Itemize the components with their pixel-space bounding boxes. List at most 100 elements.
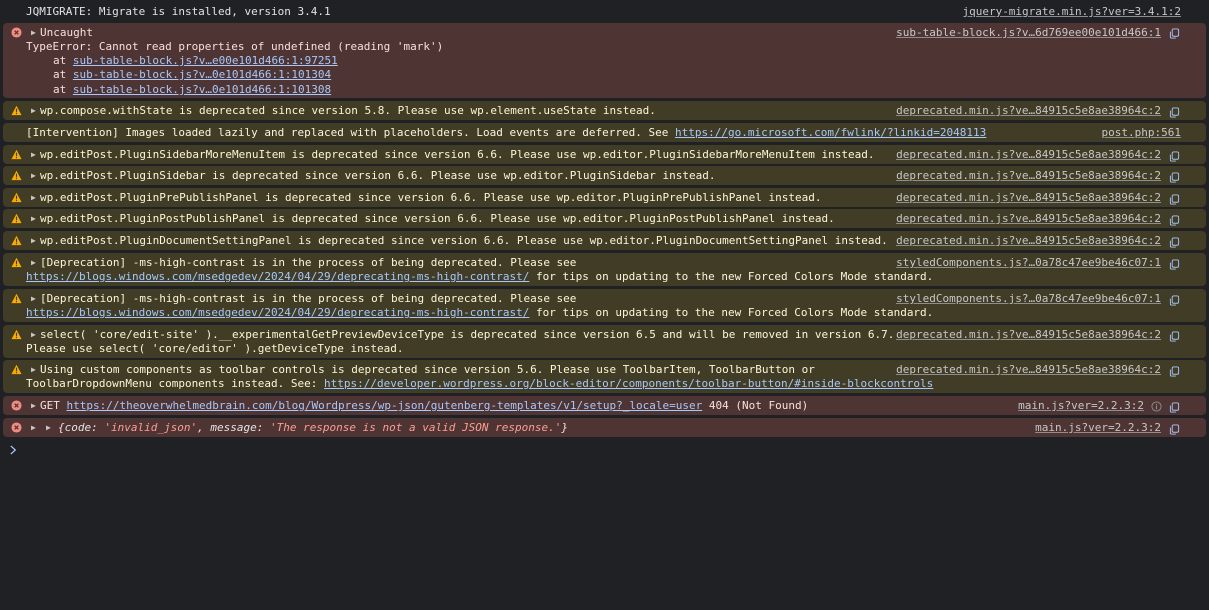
expand-arrow-icon[interactable]: ▶ <box>31 363 36 377</box>
object-value: 'invalid_json' <box>104 421 198 434</box>
message-text: [Deprecation] -ms-high-contrast is in th… <box>40 256 577 269</box>
stack-frame-link[interactable]: sub-table-block.js?v…0e101d466:1:101308 <box>73 83 331 96</box>
message-text-line2: https://blogs.windows.com/msedgedev/2024… <box>26 270 934 283</box>
stack-frame: at sub-table-block.js?v…0e101d466:1:1013… <box>53 68 332 81</box>
source-link[interactable]: styledComponents.js?…0a78c47ee9be46c07:1 <box>896 292 1161 306</box>
source-link[interactable]: deprecated.min.js?ve…84915c5e8ae38964c:2 <box>896 363 1161 377</box>
console-message-warning: ▶ wp.editPost.PluginPrePublishPanel is d… <box>3 188 1206 207</box>
copy-icon[interactable] <box>1169 237 1180 248</box>
expand-arrow-icon[interactable]: ▶ <box>31 328 36 342</box>
request-url-link[interactable]: https://theoverwhelmedbrain.com/blog/Wor… <box>67 399 703 412</box>
source-link[interactable]: main.js?ver=2.2.3:2 <box>1018 399 1144 413</box>
copy-icon[interactable] <box>1169 172 1180 183</box>
copy-icon[interactable] <box>1169 28 1180 39</box>
stack-frame: at sub-table-block.js?v…0e101d466:1:1013… <box>53 83 332 96</box>
expand-arrow-icon[interactable]: ▶ <box>31 292 36 306</box>
expand-arrow-icon[interactable]: ▶ <box>31 26 36 40</box>
source-link[interactable]: deprecated.min.js?ve…84915c5e8ae38964c:2 <box>896 212 1161 226</box>
console-message-warning: ▶ wp.editPost.PluginSidebarMoreMenuItem … <box>3 145 1206 164</box>
copy-icon[interactable] <box>1169 259 1180 270</box>
docs-link[interactable]: https://developer.wordpress.org/block-ed… <box>324 377 933 390</box>
expand-arrow-icon[interactable]: ▶ <box>31 169 36 183</box>
console-message-error: ▶ Uncaught TypeError: Cannot read proper… <box>3 23 1206 98</box>
copy-icon[interactable] <box>1169 295 1180 306</box>
message-text-line2: https://blogs.windows.com/msedgedev/2024… <box>26 306 934 319</box>
network-info-icon[interactable] <box>1151 401 1162 412</box>
expand-arrow-icon[interactable]: ▶ <box>31 399 36 413</box>
message-text-line2: ToolbarDropdownMenu components instead. … <box>26 377 934 390</box>
source-link[interactable]: main.js?ver=2.2.3:2 <box>1035 421 1161 435</box>
warning-triangle-icon <box>11 293 22 304</box>
console-message-info: JQMIGRATE: Migrate is installed, version… <box>3 2 1206 21</box>
console-message-warning: ▶ Using custom components as toolbar con… <box>3 360 1206 393</box>
message-text: GET https://theoverwhelmedbrain.com/blog… <box>40 399 808 413</box>
console-message-warning: ▶ wp.compose.withState is deprecated sin… <box>3 101 1206 120</box>
expand-arrow-icon[interactable]: ▶ <box>31 421 36 435</box>
copy-icon[interactable] <box>1169 215 1180 226</box>
message-text: wp.editPost.PluginPostPublishPanel is de… <box>40 212 835 225</box>
copy-icon[interactable] <box>1169 107 1180 118</box>
message-text: Using custom components as toolbar contr… <box>40 363 815 376</box>
source-link[interactable]: deprecated.min.js?ve…84915c5e8ae38964c:2 <box>896 148 1161 162</box>
console-message-warning: ▶ wp.editPost.PluginPostPublishPanel is … <box>3 209 1206 228</box>
expand-arrow-icon[interactable]: ▶ <box>31 234 36 248</box>
message-object: {code: 'invalid_json', message: 'The res… <box>58 421 568 434</box>
stack-frame-link[interactable]: sub-table-block.js?v…0e101d466:1:101304 <box>73 68 331 81</box>
warning-triangle-icon <box>11 105 22 116</box>
object-key: code <box>64 421 92 434</box>
source-link[interactable]: styledComponents.js?…0a78c47ee9be46c07:1 <box>896 256 1161 270</box>
message-text: wp.editPost.PluginSidebarMoreMenuItem is… <box>40 148 875 161</box>
source-link[interactable]: deprecated.min.js?ve…84915c5e8ae38964c:2 <box>896 169 1161 183</box>
expand-object-arrow-icon[interactable]: ▶ <box>46 421 51 435</box>
message-text: wp.compose.withState is deprecated since… <box>40 104 656 117</box>
intervention-link[interactable]: https://go.microsoft.com/fwlink/?linkid=… <box>675 126 986 139</box>
console-input[interactable] <box>24 440 1194 460</box>
object-key: message <box>210 421 257 434</box>
message-text: TypeError: Cannot read properties of und… <box>26 40 444 53</box>
source-link[interactable]: post.php:561 <box>1102 126 1181 140</box>
message-title: Uncaught <box>40 26 93 39</box>
source-link[interactable]: deprecated.min.js?ve…84915c5e8ae38964c:2 <box>896 328 1161 342</box>
source-link[interactable]: jquery-migrate.min.js?ver=3.4.1:2 <box>962 5 1181 19</box>
warning-triangle-icon <box>11 213 22 224</box>
message-text: wp.editPost.PluginSidebar is deprecated … <box>40 169 716 182</box>
http-method: GET <box>40 399 60 412</box>
deprecation-link[interactable]: https://blogs.windows.com/msedgedev/2024… <box>26 306 529 319</box>
stack-frame-link[interactable]: sub-table-block.js?v…e00e101d466:1:97251 <box>73 54 338 67</box>
expand-arrow-icon[interactable]: ▶ <box>31 212 36 226</box>
source-link[interactable]: deprecated.min.js?ve…84915c5e8ae38964c:2 <box>896 104 1161 118</box>
warning-triangle-icon <box>11 364 22 375</box>
error-circle-icon <box>11 400 22 411</box>
expand-arrow-icon[interactable]: ▶ <box>31 148 36 162</box>
error-circle-icon <box>11 27 22 38</box>
console-message-error: ▶ ▶ {code: 'invalid_json', message: 'The… <box>3 418 1206 437</box>
stack-frame: at sub-table-block.js?v…e00e101d466:1:97… <box>53 54 338 67</box>
source-link[interactable]: deprecated.min.js?ve…84915c5e8ae38964c:2 <box>896 191 1161 205</box>
expand-arrow-icon[interactable]: ▶ <box>31 191 36 205</box>
message-text: [Intervention] Images loaded lazily and … <box>26 126 987 139</box>
chevron-right-icon <box>10 445 17 455</box>
copy-icon[interactable] <box>1169 331 1180 342</box>
message-text: JQMIGRATE: Migrate is installed, version… <box>26 5 331 18</box>
copy-icon[interactable] <box>1169 366 1180 377</box>
expand-arrow-icon[interactable]: ▶ <box>31 104 36 118</box>
copy-icon[interactable] <box>1169 194 1180 205</box>
warning-triangle-icon <box>11 192 22 203</box>
http-status: 404 (Not Found) <box>708 399 809 412</box>
source-link[interactable]: deprecated.min.js?ve…84915c5e8ae38964c:2 <box>896 234 1161 248</box>
console-message-intervention: [Intervention] Images loaded lazily and … <box>3 123 1206 142</box>
warning-triangle-icon <box>11 257 22 268</box>
console-message-warning: ▶ select( 'core/edit-site' ).__experimen… <box>3 325 1206 358</box>
copy-icon[interactable] <box>1169 151 1180 162</box>
copy-icon[interactable] <box>1169 424 1180 435</box>
warning-triangle-icon <box>11 329 22 340</box>
message-text-line2: Please use select( 'core/editor' ).getDe… <box>26 342 404 355</box>
expand-arrow-icon[interactable]: ▶ <box>31 256 36 270</box>
source-link[interactable]: sub-table-block.js?v…6d769ee00e101d466:1 <box>896 26 1161 40</box>
warning-triangle-icon <box>11 170 22 181</box>
copy-icon[interactable] <box>1169 402 1180 413</box>
deprecation-link[interactable]: https://blogs.windows.com/msedgedev/2024… <box>26 270 529 283</box>
warning-triangle-icon <box>11 149 22 160</box>
message-text: [Deprecation] -ms-high-contrast is in th… <box>40 292 577 305</box>
console-message-warning: ▶ [Deprecation] -ms-high-contrast is in … <box>3 253 1206 286</box>
